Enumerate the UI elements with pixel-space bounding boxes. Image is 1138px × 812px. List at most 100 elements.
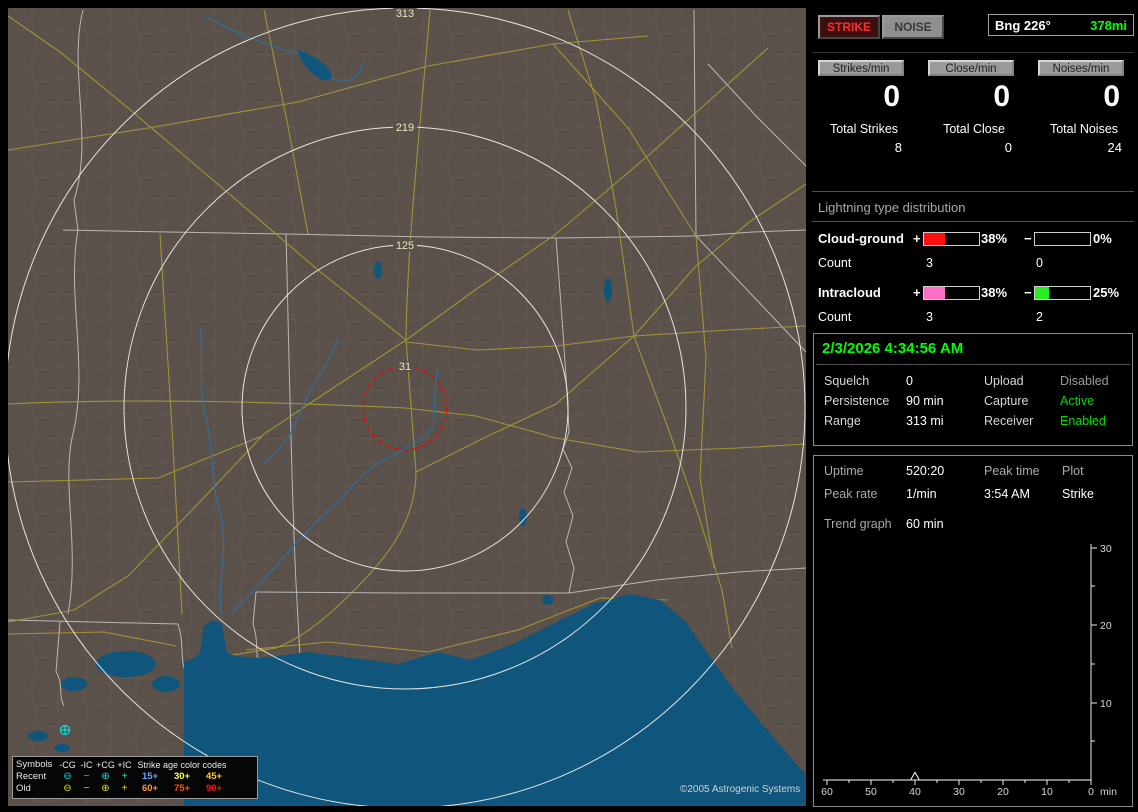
cg-minus-pct: 0% [1093, 231, 1112, 246]
capture-label: Capture [984, 394, 1029, 408]
trend-chart: 60 50 40 30 20 10 0 min 30 20 10 [821, 543, 1117, 798]
ic-plus-pct: 38% [981, 285, 1008, 300]
ic-minus-bar [1034, 286, 1091, 300]
intracloud-label: Intracloud [818, 285, 881, 300]
map-legend: Symbols -CG -IC +CG +IC Strike age color… [12, 756, 258, 799]
strike-symbol-pcg [59, 724, 71, 736]
ic-plus-bar [923, 286, 980, 300]
legend-col-ncg: -CG [59, 760, 76, 770]
strikes-per-min-label: Strikes/min [818, 60, 904, 76]
minus-sign: − [1024, 285, 1032, 300]
receiver-status: Enabled [1060, 414, 1106, 428]
noises-per-min-label: Noises/min [1038, 60, 1124, 76]
divider [812, 221, 1134, 222]
map-svg: 313 219 125 31 [4, 7, 807, 809]
legend-age-header: Strike age color codes [137, 760, 227, 770]
squelch-value: 0 [906, 374, 913, 388]
total-noises-value: 24 [1107, 140, 1122, 155]
legend-col-pic: +IC [117, 760, 132, 770]
status-groupbox: 2/3/2026 4:34:56 AM Squelch 0 Upload Dis… [813, 333, 1133, 446]
legend-symbols-header: Symbols [16, 759, 53, 770]
trend-graph-value: 60 min [906, 517, 944, 531]
noises-counter-column: Noises/min 0 Total Noises 24 [1036, 60, 1132, 155]
cg-plus-pct: 38% [981, 231, 1008, 246]
trend-graph-label: Trend graph [824, 517, 892, 531]
nic-old-icon: − [83, 783, 90, 794]
divider [812, 191, 1134, 192]
ic-minus-bar-fill [1035, 287, 1049, 299]
age-60: 60+ [141, 783, 159, 794]
noises-per-min-value: 0 [1103, 80, 1120, 113]
datetime-display: 2/3/2026 4:34:56 AM [822, 340, 964, 357]
y-tick-10: 10 [1100, 698, 1112, 710]
cg-minus-count: 0 [1036, 256, 1043, 270]
trend-series-strike [827, 771, 1091, 781]
peak-time-label: Peak time [984, 464, 1040, 478]
cg-minus-bar [1034, 232, 1091, 246]
x-tick-50: 50 [865, 786, 877, 798]
legend-col-pcg: +CG [96, 760, 115, 770]
upload-status: Disabled [1060, 374, 1109, 388]
count-label: Count [818, 310, 852, 324]
bearing-label: Bng 226° [995, 17, 1051, 33]
ic-minus-count: 2 [1036, 310, 1043, 324]
nexstorm-app: { "map": { "ring_labels": ["313", "219",… [0, 0, 1138, 812]
x-axis-unit: min [1100, 786, 1117, 798]
strikes-counter-column: Strikes/min 0 Total Strikes 8 [816, 60, 912, 155]
x-tick-40: 40 [909, 786, 921, 798]
plus-sign: + [913, 285, 921, 300]
divider [812, 52, 1134, 53]
minus-sign: − [1024, 231, 1032, 246]
close-per-min-label: Close/min [928, 60, 1014, 76]
ring-label-313: 313 [396, 8, 414, 20]
age-90: 90+ [205, 783, 223, 794]
cg-plus-bar [923, 232, 980, 246]
total-strikes-value: 8 [894, 140, 902, 155]
age-30: 30+ [173, 771, 191, 782]
pcg-recent-icon: ⊕ [101, 771, 110, 782]
squelch-label: Squelch [824, 374, 870, 388]
x-tick-30: 30 [953, 786, 965, 798]
receiver-label: Receiver [984, 414, 1034, 428]
strikes-per-min-value: 0 [883, 80, 900, 113]
total-noises-label: Total Noises [1049, 122, 1119, 136]
peak-rate-value: 1/min [906, 487, 937, 501]
strike-indicator-button[interactable]: STRIKE [818, 15, 880, 39]
ring-label-125: 125 [396, 240, 414, 252]
x-tick-20: 20 [997, 786, 1009, 798]
y-tick-30: 30 [1100, 543, 1112, 555]
age-45: 45+ [205, 771, 223, 782]
age-15: 15+ [141, 771, 159, 782]
close-counter-column: Close/min 0 Total Close 0 [926, 60, 1022, 155]
cloud-ground-label: Cloud-ground [818, 231, 904, 246]
x-tick-10: 10 [1041, 786, 1053, 798]
uptime-value: 520:20 [906, 464, 945, 478]
ncg-old-icon: ⊖ [63, 783, 72, 794]
pic-recent-icon: + [121, 771, 128, 782]
noise-indicator-button[interactable]: NOISE [882, 15, 944, 39]
y-tick-20: 20 [1100, 620, 1112, 632]
range-label: Range [824, 414, 861, 428]
plot-value: Strike [1062, 487, 1094, 501]
cg-plus-bar-fill [924, 233, 945, 245]
plot-label: Plot [1062, 464, 1084, 478]
divider [816, 364, 1130, 365]
trend-groupbox: Uptime 520:20 Peak time Plot Peak rate 1… [813, 455, 1133, 807]
ic-plus-count: 3 [926, 310, 933, 324]
pic-old-icon: + [121, 783, 128, 794]
legend-row-old-label: Old [16, 783, 31, 794]
ic-minus-pct: 25% [1093, 285, 1120, 300]
ncg-recent-icon: ⊖ [63, 771, 72, 782]
peak-rate-label: Peak rate [824, 487, 878, 501]
upload-label: Upload [984, 374, 1024, 388]
lightning-map[interactable]: 313 219 125 31 Symbols -CG -IC +CG +IC S… [4, 7, 807, 809]
bearing-range: 378mi [1090, 17, 1127, 33]
persistence-label: Persistence [824, 394, 890, 408]
ring-label-219: 219 [396, 122, 414, 134]
close-per-min-value: 0 [993, 80, 1010, 113]
capture-status: Active [1060, 394, 1095, 408]
peak-time-value: 3:54 AM [984, 487, 1030, 501]
legend-col-nic: -IC [80, 760, 93, 770]
persistence-value: 90 min [906, 394, 944, 408]
count-label: Count [818, 256, 852, 270]
